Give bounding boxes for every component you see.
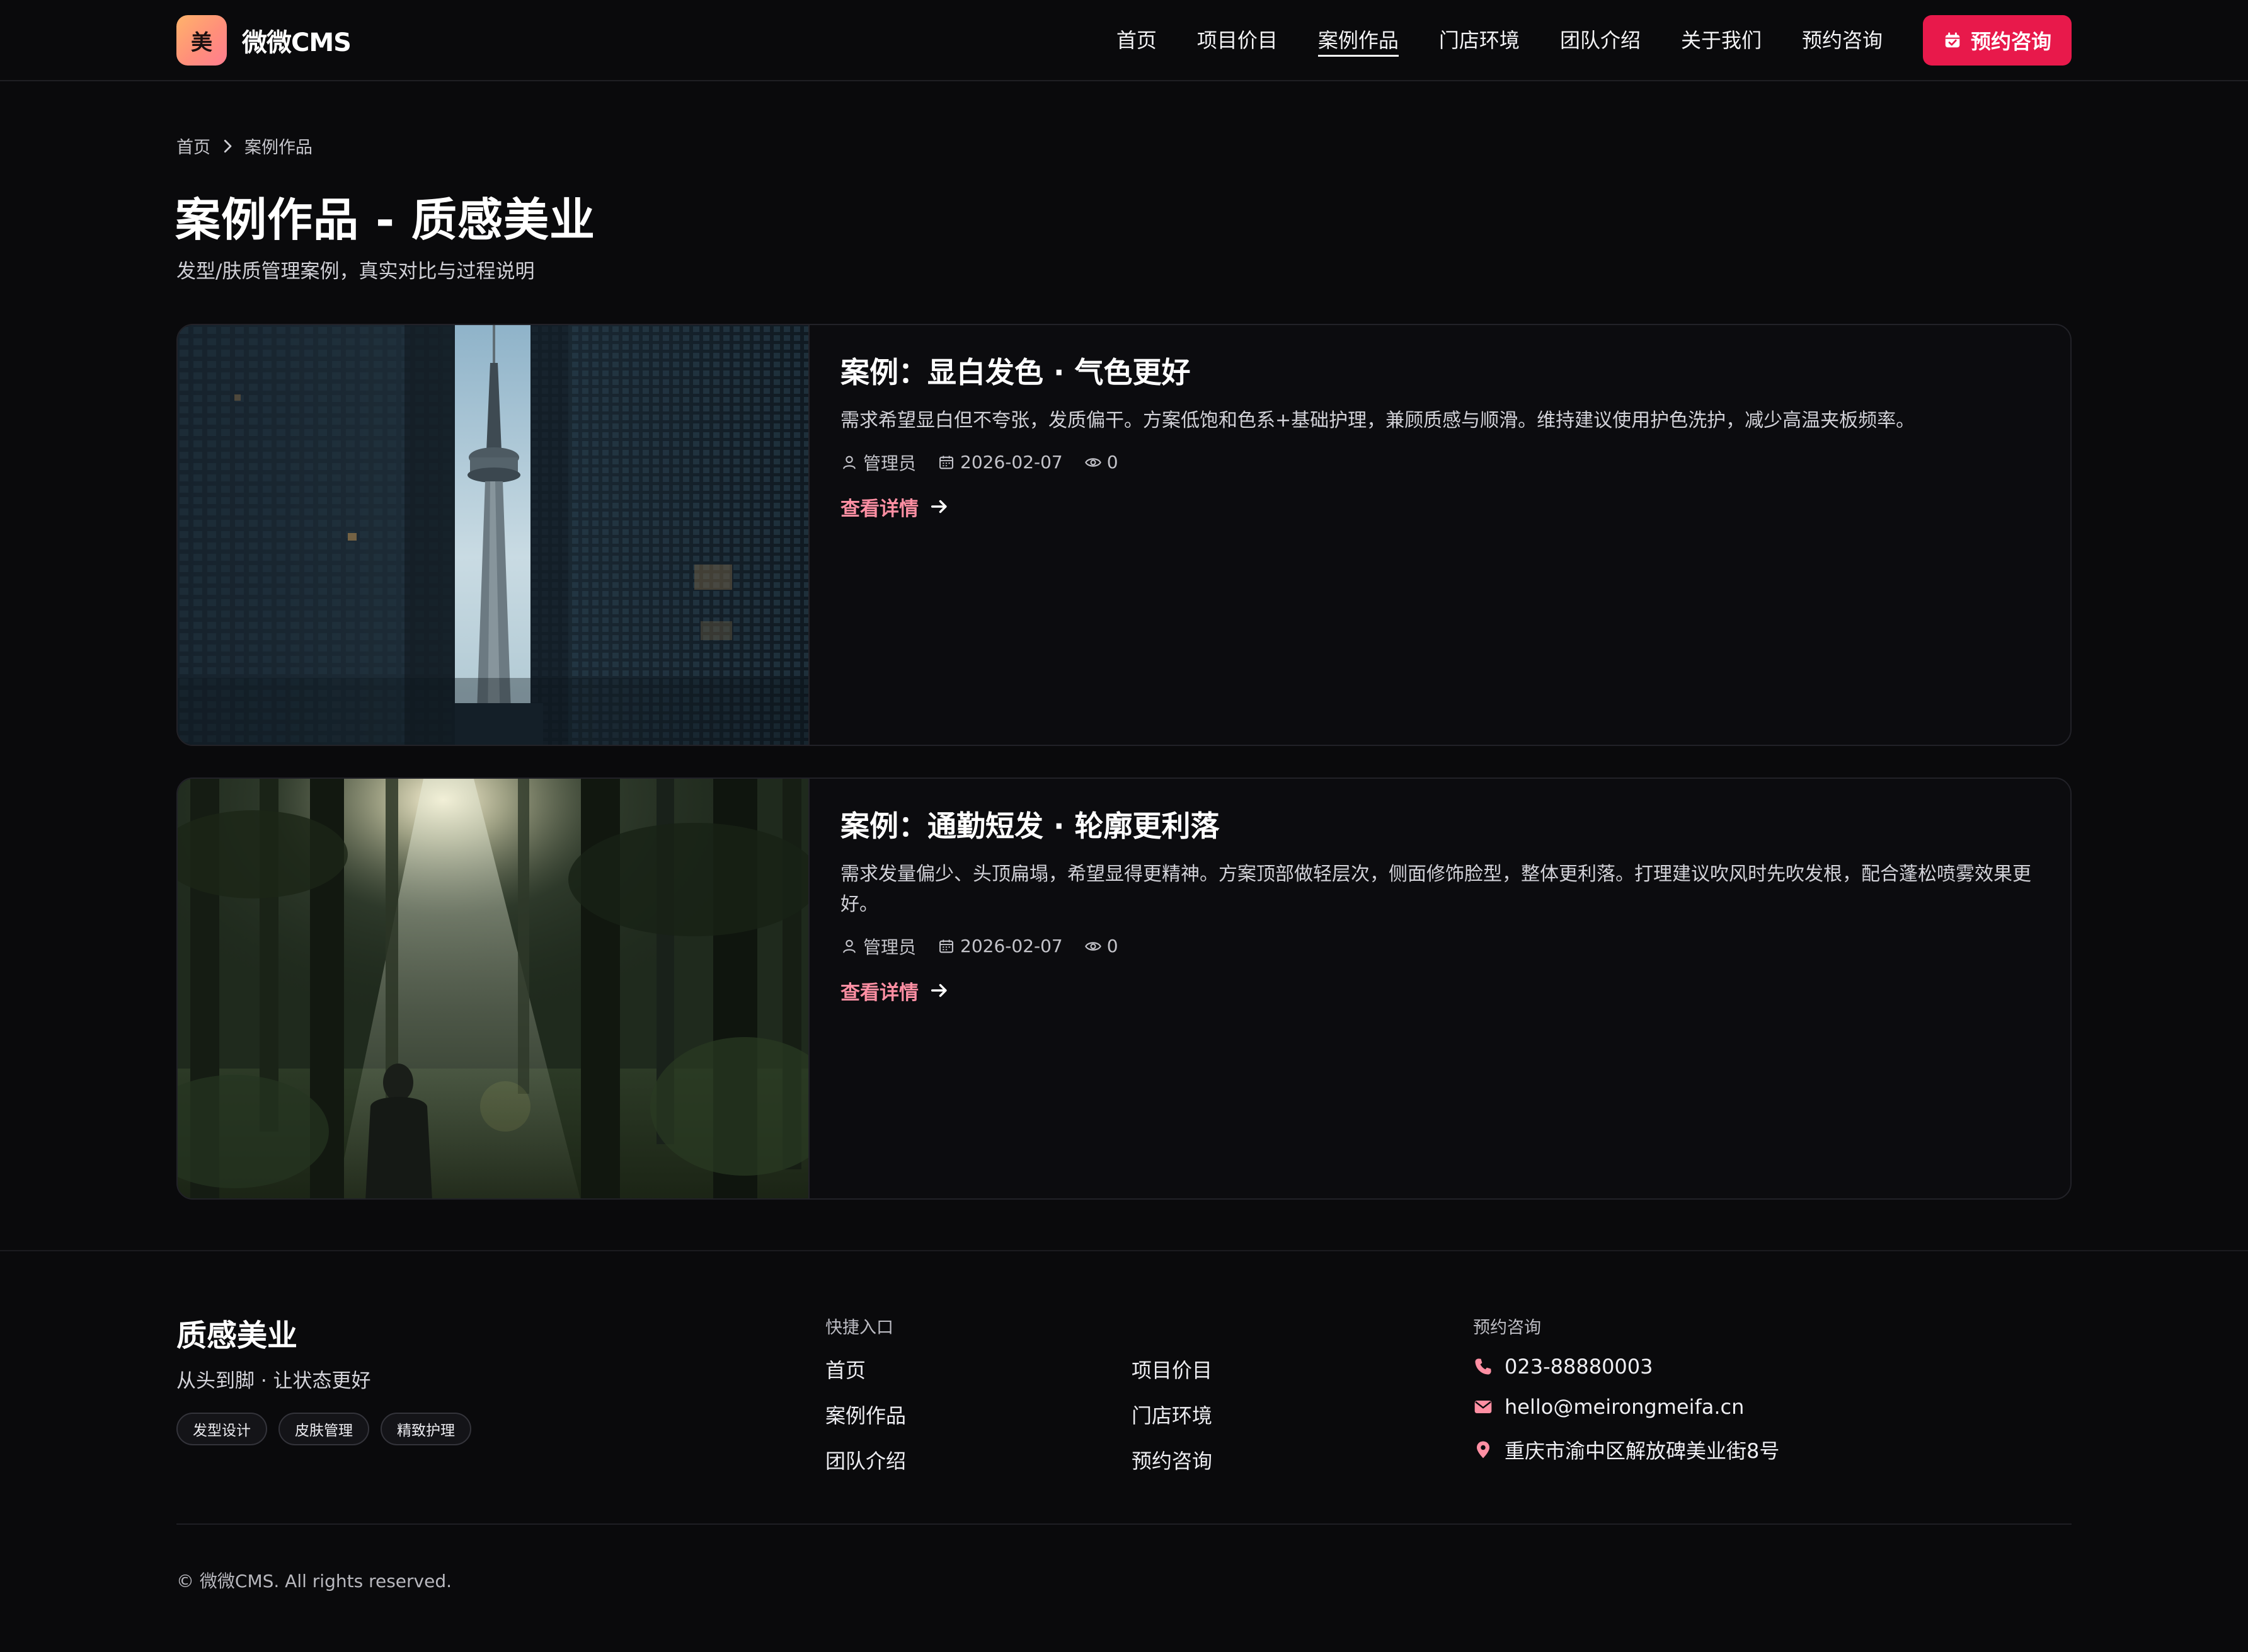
breadcrumb: 首页 案例作品 xyxy=(176,134,313,158)
nav-team[interactable]: 团队介绍 xyxy=(1560,15,1641,66)
case-title[interactable]: 案例：显白发色 · 气色更好 xyxy=(840,354,2033,392)
user-icon xyxy=(843,939,856,953)
chevron-right-icon xyxy=(224,139,232,152)
case-card-body: 案例：显白发色 · 气色更好 需求希望显白但不夸张，发质偏干。方案低饱和色系+基… xyxy=(840,354,2033,521)
footer-phone[interactable]: 023-88880003 xyxy=(1473,1355,1653,1379)
footer-tag[interactable]: 皮肤管理 xyxy=(278,1413,369,1445)
nav-store[interactable]: 门店环境 xyxy=(1439,15,1520,66)
page-title: 案例作品 - 质感美业 xyxy=(175,193,596,246)
breadcrumb-home[interactable]: 首页 xyxy=(176,134,210,158)
case-author-name: 管理员 xyxy=(863,452,917,474)
footer-link-store[interactable]: 门店环境 xyxy=(1132,1400,1212,1429)
breadcrumb-current: 案例作品 xyxy=(244,138,313,158)
case-date: 2026-02-07 xyxy=(938,936,1063,956)
booking-cta-label: 预约咨询 xyxy=(1970,30,2051,54)
copyright: © 微微CMS. All rights reserved. xyxy=(176,1571,452,1592)
case-image-forest-light[interactable] xyxy=(178,779,810,1198)
case-meta: 管理员 2026-02-07 0 xyxy=(840,450,2033,475)
arrow-right-icon xyxy=(931,984,947,997)
page: 美 微微CMS 首页 项目价目 案例作品 门店环境 团队介绍 关于我们 预约咨询… xyxy=(0,0,2248,1652)
footer-tags: 发型设计 皮肤管理 精致护理 xyxy=(176,1413,483,1445)
footer-link-team[interactable]: 团队介绍 xyxy=(825,1445,906,1474)
phone-icon xyxy=(1475,1358,1491,1375)
case-views: 0 xyxy=(1084,936,1118,956)
user-icon xyxy=(843,456,856,469)
case-card[interactable]: 案例：显白发色 · 气色更好 需求希望显白但不夸张，发质偏干。方案低饱和色系+基… xyxy=(176,324,2072,746)
site-logo[interactable]: 美 微微CMS xyxy=(176,15,352,66)
footer-link-cases[interactable]: 案例作品 xyxy=(825,1400,906,1429)
footer-link-home[interactable]: 首页 xyxy=(825,1355,866,1384)
page-subtitle: 发型/肤质管理案例，真实对比与过程说明 xyxy=(176,260,535,283)
case-author: 管理员 xyxy=(840,934,916,959)
case-detail-label: 查看详情 xyxy=(840,981,919,1004)
case-detail-label: 查看详情 xyxy=(840,497,919,520)
footer-link-pricing[interactable]: 项目价目 xyxy=(1132,1355,1212,1384)
case-image-city-tower[interactable] xyxy=(178,325,810,745)
case-card[interactable]: 案例：通勤短发 · 轮廓更利落 需求发量偏少、头顶扁塌，希望显得更精神。方案顶部… xyxy=(176,777,2072,1200)
case-title[interactable]: 案例：通勤短发 · 轮廓更利落 xyxy=(840,808,2033,846)
eye-icon xyxy=(1084,942,1101,951)
case-date-value: 2026-02-07 xyxy=(960,936,1063,957)
footer-brand: 质感美业 xyxy=(176,1318,298,1353)
case-description: 需求希望显白但不夸张，发质偏干。方案低饱和色系+基础护理，兼顾质感与顺滑。维持建… xyxy=(840,409,1915,432)
case-description: 需求发量偏少、头顶扁塌，希望显得更精神。方案顶部做轻层次，侧面修饰脸型，整体更利… xyxy=(840,863,2031,915)
case-card-body: 案例：通勤短发 · 轮廓更利落 需求发量偏少、头顶扁塌，希望显得更精神。方案顶部… xyxy=(840,808,2033,1005)
case-date-value: 2026-02-07 xyxy=(960,452,1063,473)
footer-contact-title: 预约咨询 xyxy=(1473,1318,1541,1338)
footer-divider xyxy=(0,1250,2248,1251)
case-author: 管理员 xyxy=(840,450,916,475)
footer-address-text: 重庆市渝中区解放碑美业街8号 xyxy=(1505,1439,1780,1463)
footer-address: 重庆市渝中区解放碑美业街8号 xyxy=(1473,1435,1779,1464)
footer-tag[interactable]: 精致护理 xyxy=(381,1413,471,1445)
footer-phone-number: 023-88880003 xyxy=(1505,1355,1653,1379)
forest-light-photo xyxy=(178,779,808,1198)
case-detail-link[interactable]: 查看详情 xyxy=(840,493,950,521)
city-tower-photo xyxy=(178,325,808,745)
footer-email-address: hello@meirongmeifa.cn xyxy=(1505,1395,1745,1419)
footer-tag[interactable]: 发型设计 xyxy=(176,1413,267,1445)
footer-slogan: 从头到脚 · 让状态更好 xyxy=(176,1370,371,1392)
nav-about[interactable]: 关于我们 xyxy=(1681,15,1762,66)
footer-email[interactable]: hello@meirongmeifa.cn xyxy=(1473,1395,1744,1419)
calendar-icon xyxy=(939,456,953,469)
case-author-name: 管理员 xyxy=(863,936,917,958)
footer-link-booking[interactable]: 预约咨询 xyxy=(1132,1445,1212,1474)
case-detail-link[interactable]: 查看详情 xyxy=(840,977,950,1005)
nav-booking[interactable]: 预约咨询 xyxy=(1802,15,1883,66)
arrow-right-icon xyxy=(931,500,947,513)
logo-mark-icon: 美 xyxy=(176,15,227,66)
case-views: 0 xyxy=(1084,452,1118,473)
eye-icon xyxy=(1084,458,1101,467)
case-views-count: 0 xyxy=(1106,452,1118,473)
calendar-check-icon xyxy=(1945,32,1960,48)
site-header: 美 微微CMS 首页 项目价目 案例作品 门店环境 团队介绍 关于我们 预约咨询… xyxy=(0,0,2248,81)
nav-cases[interactable]: 案例作品 xyxy=(1317,15,1399,66)
nav-pricing[interactable]: 项目价目 xyxy=(1197,15,1278,66)
map-pin-icon xyxy=(1477,1441,1489,1459)
mail-icon xyxy=(1474,1401,1492,1413)
case-meta: 管理员 2026-02-07 0 xyxy=(840,934,2033,959)
booking-cta-button[interactable]: 预约咨询 xyxy=(1922,15,2072,66)
calendar-icon xyxy=(939,939,953,953)
case-views-count: 0 xyxy=(1106,936,1118,957)
footer-quick-title: 快捷入口 xyxy=(825,1318,893,1338)
case-date: 2026-02-07 xyxy=(938,452,1063,473)
footer-bottom-divider xyxy=(176,1523,2072,1525)
logo-text: 微微CMS xyxy=(242,28,352,57)
main-nav: 首页 项目价目 案例作品 门店环境 团队介绍 关于我们 预约咨询 预约咨询 xyxy=(1076,15,2072,66)
nav-home[interactable]: 首页 xyxy=(1116,15,1157,66)
